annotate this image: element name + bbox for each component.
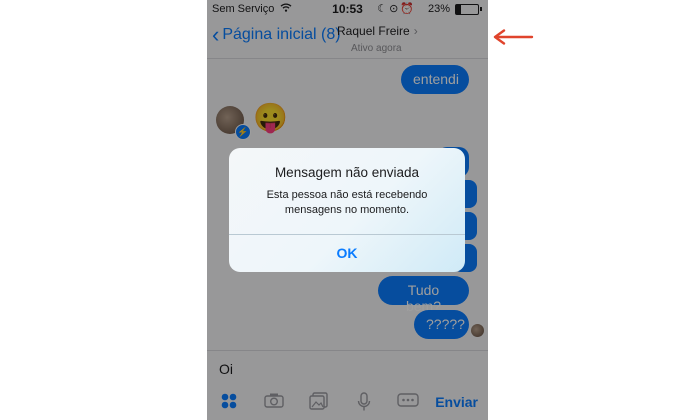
phone-screen: Sem Serviço 10:53 ☾⊙⏰ 23% ‹ Página inici…	[207, 0, 488, 420]
alert-message: Esta pessoa não está recebendo mensagens…	[266, 189, 428, 216]
ok-button[interactable]: OK	[229, 235, 465, 272]
alert-title: Mensagem não enviada	[274, 165, 420, 180]
annotation-arrow-icon	[492, 29, 534, 50]
alert-dialog: Mensagem não enviada Esta pessoa não est…	[229, 148, 465, 272]
